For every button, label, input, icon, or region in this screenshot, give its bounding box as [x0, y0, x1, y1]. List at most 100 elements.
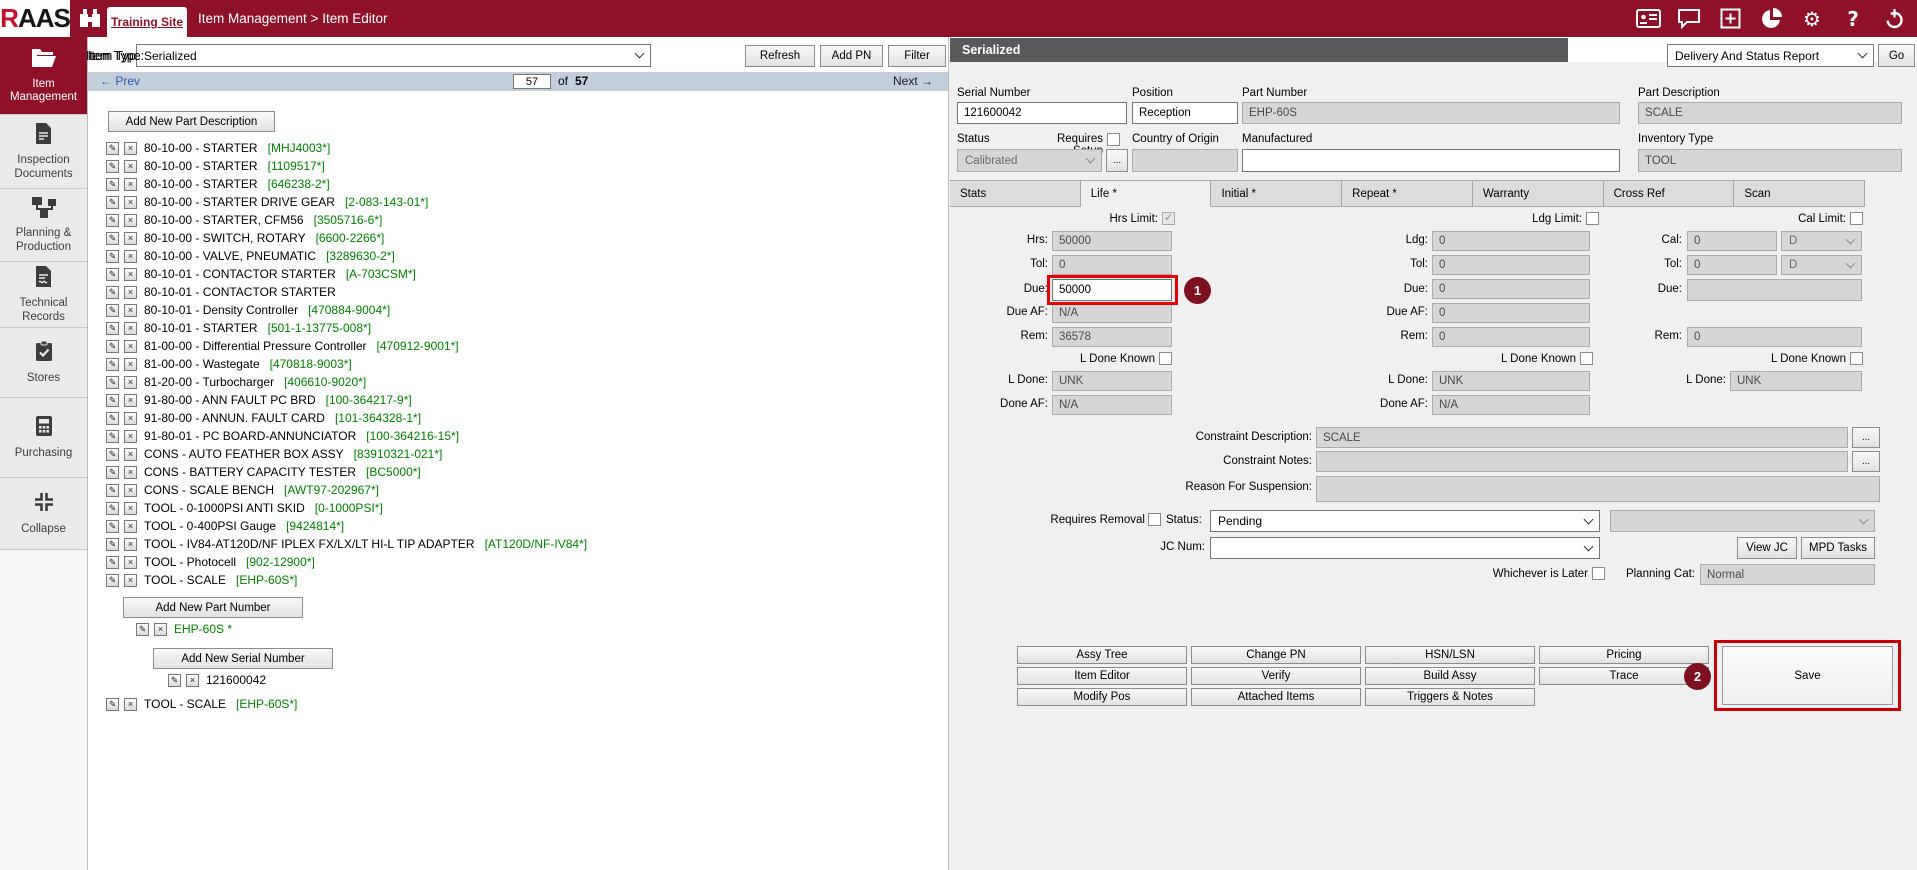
- edit-icon[interactable]: ✎: [106, 538, 119, 551]
- item-part-number[interactable]: [1109517*]: [268, 159, 325, 173]
- action-button[interactable]: Assy Tree: [1017, 646, 1187, 664]
- edit-icon[interactable]: ✎: [106, 340, 119, 353]
- save-button[interactable]: Save: [1722, 646, 1893, 705]
- item-description[interactable]: 80-10-01 - CONTACTOR STARTER: [144, 285, 336, 299]
- position-input[interactable]: Reception: [1132, 102, 1238, 124]
- item-description[interactable]: 80-10-00 - STARTER, CFM56: [144, 213, 304, 227]
- item-part-number[interactable]: [MHJ4003*]: [268, 141, 331, 155]
- edit-icon[interactable]: ✎: [106, 520, 119, 533]
- item-part-number[interactable]: [EHP-60S*]: [236, 697, 297, 711]
- chat-icon[interactable]: [1676, 6, 1702, 32]
- constraint-description-more-button[interactable]: ...: [1852, 427, 1880, 448]
- action-button[interactable]: Item Editor: [1017, 667, 1187, 685]
- delete-x-icon[interactable]: ×: [124, 196, 137, 209]
- edit-icon[interactable]: ✎: [106, 358, 119, 371]
- sidebar-item-planning-production[interactable]: Planning & Production: [0, 189, 87, 262]
- delete-x-icon[interactable]: ×: [124, 304, 137, 317]
- edit-icon[interactable]: ✎: [106, 286, 119, 299]
- item-description[interactable]: 81-00-00 - Wastegate: [144, 357, 260, 371]
- ldg-limit-checkbox[interactable]: [1586, 212, 1599, 225]
- edit-icon[interactable]: ✎: [106, 268, 119, 281]
- item-description[interactable]: TOOL - SCALE: [144, 573, 226, 587]
- delete-x-icon[interactable]: ×: [124, 142, 137, 155]
- delete-x-icon[interactable]: ×: [124, 484, 137, 497]
- edit-icon[interactable]: ✎: [106, 196, 119, 209]
- requires-setup-checkbox[interactable]: [1107, 133, 1120, 146]
- item-part-number[interactable]: [AWT97-202967*]: [284, 483, 379, 497]
- edit-icon[interactable]: ✎: [106, 502, 119, 515]
- removal-status-select[interactable]: Pending: [1210, 510, 1600, 532]
- item-description[interactable]: CONS - AUTO FEATHER BOX ASSY: [144, 447, 344, 461]
- action-button[interactable]: Attached Items: [1191, 688, 1361, 706]
- delete-x-icon[interactable]: ×: [124, 160, 137, 173]
- view-jc-button[interactable]: View JC: [1737, 537, 1797, 559]
- item-part-number[interactable]: [101-364328-1*]: [335, 411, 421, 425]
- delete-x-icon[interactable]: ×: [186, 674, 199, 687]
- edit-icon[interactable]: ✎: [106, 466, 119, 479]
- id-card-icon[interactable]: [1635, 6, 1661, 32]
- delete-x-icon[interactable]: ×: [124, 448, 137, 461]
- item-part-number[interactable]: [6600-2266*]: [316, 231, 385, 245]
- edit-icon[interactable]: ✎: [106, 484, 119, 497]
- help-icon[interactable]: ?: [1840, 6, 1866, 32]
- item-part-number[interactable]: [9424814*]: [286, 519, 344, 533]
- delete-x-icon[interactable]: ×: [124, 502, 137, 515]
- ldg-l-done-known-checkbox[interactable]: [1580, 352, 1593, 365]
- page-number-input[interactable]: 57: [513, 74, 551, 89]
- sidebar-collapse-button[interactable]: Collapse: [0, 478, 87, 550]
- settings-gear-icon[interactable]: ⚙: [1799, 6, 1825, 32]
- item-part-number[interactable]: [406610-9020*]: [284, 375, 366, 389]
- action-button[interactable]: Change PN: [1191, 646, 1361, 664]
- edit-icon[interactable]: ✎: [106, 214, 119, 227]
- edit-icon[interactable]: ✎: [106, 250, 119, 263]
- tab-training-site[interactable]: Training Site: [107, 7, 187, 37]
- item-description[interactable]: TOOL - 0-1000PSI ANTI SKID: [144, 501, 305, 515]
- item-description[interactable]: 80-10-01 - STARTER: [144, 321, 258, 335]
- mpd-tasks-button[interactable]: MPD Tasks: [1801, 537, 1875, 559]
- edit-icon[interactable]: ✎: [106, 376, 119, 389]
- detail-tab[interactable]: Repeat *: [1342, 180, 1473, 207]
- action-button[interactable]: Modify Pos: [1017, 688, 1187, 706]
- cal-l-done-known-checkbox[interactable]: [1850, 352, 1863, 365]
- add-new-part-description-button[interactable]: Add New Part Description: [108, 111, 275, 132]
- delete-x-icon[interactable]: ×: [124, 250, 137, 263]
- binoculars-icon[interactable]: [78, 8, 102, 34]
- delete-x-icon[interactable]: ×: [124, 412, 137, 425]
- delete-x-icon[interactable]: ×: [124, 178, 137, 191]
- add-pn-button[interactable]: Add PN: [820, 45, 883, 67]
- item-part-number[interactable]: [902-12900*]: [246, 555, 315, 569]
- item-description[interactable]: 81-00-00 - Differential Pressure Control…: [144, 339, 367, 353]
- edit-icon[interactable]: ✎: [106, 178, 119, 191]
- item-part-number[interactable]: [0-1000PSI*]: [315, 501, 383, 515]
- delete-x-icon[interactable]: ×: [124, 214, 137, 227]
- item-description[interactable]: 80-10-00 - STARTER: [144, 177, 258, 191]
- item-description[interactable]: 80-10-00 - STARTER DRIVE GEAR: [144, 195, 335, 209]
- delete-x-icon[interactable]: ×: [124, 268, 137, 281]
- delete-x-icon[interactable]: ×: [124, 232, 137, 245]
- item-type-select[interactable]: Serialized: [136, 44, 651, 67]
- next-page-link[interactable]: Next →: [893, 74, 933, 88]
- item-part-number[interactable]: [501-1-13775-008*]: [268, 321, 371, 335]
- prev-page-link[interactable]: ← Prev: [100, 74, 140, 88]
- delete-x-icon[interactable]: ×: [124, 574, 137, 587]
- due-input[interactable]: 50000: [1052, 279, 1172, 301]
- action-button[interactable]: Triggers & Notes: [1365, 688, 1535, 706]
- delete-x-icon[interactable]: ×: [154, 623, 167, 636]
- delete-x-icon[interactable]: ×: [124, 358, 137, 371]
- delete-x-icon[interactable]: ×: [124, 340, 137, 353]
- item-part-number[interactable]: [470818-9003*]: [270, 357, 352, 371]
- edit-icon[interactable]: ✎: [106, 232, 119, 245]
- action-button[interactable]: Pricing: [1539, 646, 1709, 664]
- power-icon[interactable]: [1881, 6, 1907, 32]
- delete-x-icon[interactable]: ×: [124, 556, 137, 569]
- item-part-number[interactable]: [EHP-60S*]: [236, 573, 297, 587]
- sidebar-item-purchasing[interactable]: Purchasing: [0, 398, 87, 478]
- edit-icon[interactable]: ✎: [106, 412, 119, 425]
- sidebar-item-item-management[interactable]: Item Management: [0, 37, 87, 115]
- item-description[interactable]: 80-10-00 - SWITCH, ROTARY: [144, 231, 306, 245]
- delete-x-icon[interactable]: ×: [124, 286, 137, 299]
- edit-icon[interactable]: ✎: [106, 556, 119, 569]
- pie-chart-icon[interactable]: [1758, 6, 1784, 32]
- serial-number-input[interactable]: 121600042: [957, 102, 1127, 124]
- edit-icon[interactable]: ✎: [106, 394, 119, 407]
